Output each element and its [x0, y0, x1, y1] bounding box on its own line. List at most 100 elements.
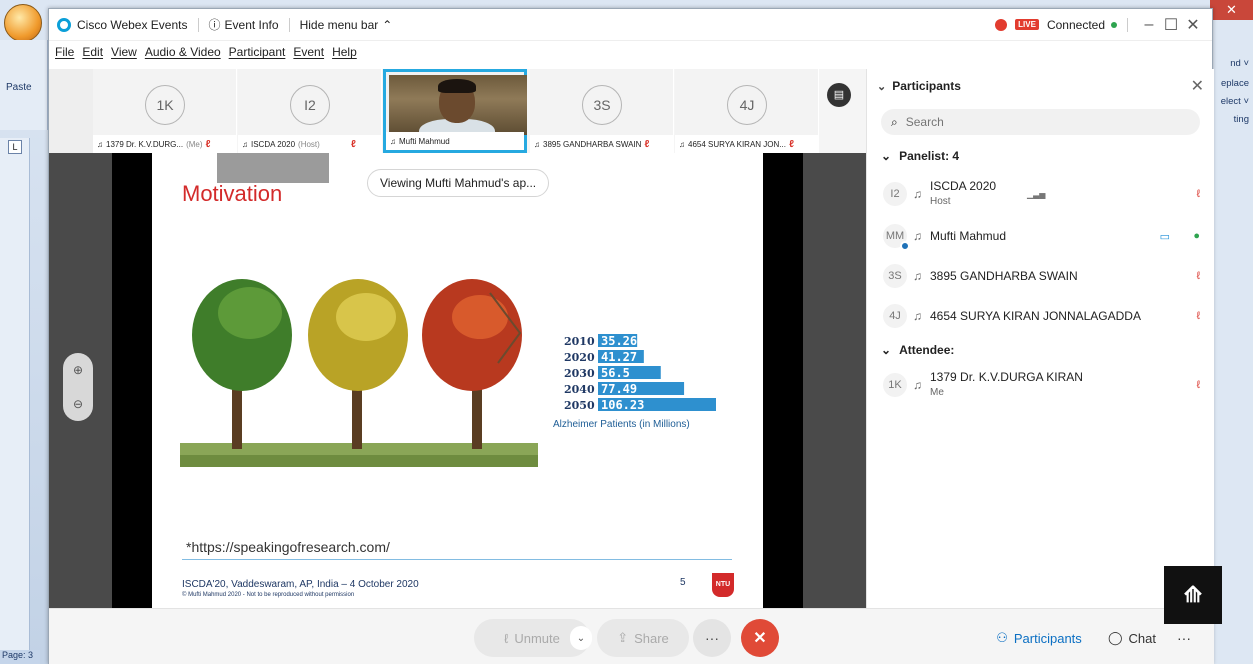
video-tile-i2[interactable]: I2 ♫ ISCDA 2020 (Host) ℓ [238, 69, 382, 153]
participants-panel: ⌄ Participants ✕ ⌕ ⌄ Panelist: 4 I2 ♫ IS… [866, 69, 1214, 608]
attendee-group-header[interactable]: ⌄ Attendee: [867, 343, 1214, 357]
tile-caption: ♫ 1379 Dr. K.V.DURG... (Me) ℓ [93, 135, 236, 153]
event-info-button[interactable]: ⓘ Event Info [209, 16, 279, 33]
menu-help[interactable]: Help [332, 45, 357, 59]
tab-stop-icon[interactable]: L [8, 140, 22, 154]
mic-muted-icon: ℓ [205, 138, 211, 150]
bar-year-label: 2010 [564, 335, 595, 348]
participants-button[interactable]: ⚇ Participants [985, 619, 1093, 657]
bar-year-label: 2040 [564, 383, 595, 396]
slide-footer: ISCDA'20, Vaddeswaram, AP, India – 4 Oct… [182, 579, 419, 590]
hide-menu-bar-button[interactable]: Hide menu bar ⌃ [300, 18, 393, 32]
minimize-icon[interactable]: – [1138, 16, 1160, 34]
menu-bar: File Edit View Audio & Video Participant… [49, 41, 1212, 63]
tile-caption: ♫ 4654 SURYA KIRAN JON... ℓ [675, 135, 818, 153]
panel-header: ⌄ Participants ✕ [867, 69, 1214, 103]
video-tile-4j[interactable]: 4J ♫ 4654 SURYA KIRAN JON... ℓ [675, 69, 819, 153]
info-icon: ⓘ [208, 18, 221, 32]
menu-audio-video[interactable]: Audio & Video [145, 45, 221, 59]
chevron-up-icon: ⌃ [382, 17, 393, 32]
share-icon: ⇪ [617, 630, 629, 645]
maximize-icon[interactable]: ☐ [1160, 15, 1182, 35]
webex-logo-icon [57, 17, 71, 32]
word-find-label[interactable]: nd ˅ [1230, 58, 1249, 69]
close-icon[interactable]: ✕ [1182, 15, 1204, 35]
avatar: MM [883, 224, 910, 251]
word-vertical-ruler [0, 138, 30, 658]
participant-search[interactable]: ⌕ [881, 109, 1200, 135]
participant-row[interactable]: 4J ♫ 4654 SURYA KIRAN JONNALAGADDA ℓ [867, 297, 1214, 335]
bars-caption: Alzheimer Patients (in Millions) [553, 419, 690, 430]
headset-icon: ♫ [679, 139, 685, 149]
bar-year-label: 2030 [564, 367, 595, 380]
recording-icon[interactable] [995, 18, 1008, 31]
audio-level-icon: ▁▃▅ [1027, 189, 1046, 199]
share-button[interactable]: ⇪ Share [597, 619, 689, 657]
participant-row[interactable]: 1K ♫ 1379 Dr. K.V.DURGA KIRAN Me ℓ [867, 365, 1214, 405]
live-badge: LIVE [1015, 19, 1039, 30]
bar-value-label: 56.5 [601, 366, 630, 380]
participant-row[interactable]: 3S ♫ 3895 GANDHARBA SWAIN ℓ [867, 257, 1214, 295]
avatar: 1K [145, 85, 185, 125]
mic-active-icon[interactable]: ● [1193, 230, 1200, 242]
bar-value-label: 106.23 [601, 398, 644, 412]
connection-status: Connected [1046, 17, 1105, 32]
word-editing-label: ting [1233, 114, 1249, 125]
event-info-label: Event Info [224, 17, 279, 32]
bar-value-label: 41.27 [601, 350, 637, 364]
close-icon[interactable]: ✕ [1191, 76, 1204, 96]
tile-caption: ♫ 3895 GANDHARBA SWAIN ℓ [530, 135, 673, 153]
mic-muted-icon: ℓ [788, 138, 794, 150]
ntu-logo: NTU [712, 573, 734, 597]
participant-row[interactable]: MM ♫ Mufti Mahmud ▭ ● [867, 217, 1214, 255]
connected-dot-icon [1111, 21, 1117, 28]
zoom-in-icon[interactable]: ⊕ [73, 363, 83, 377]
word-close-button[interactable]: ✕ [1210, 0, 1253, 20]
chevron-down-icon[interactable]: ⌄ [877, 80, 886, 93]
video-tile-1k[interactable]: 1K ♫ 1379 Dr. K.V.DURG... (Me) ℓ [93, 69, 237, 153]
mic-muted-icon[interactable]: ℓ [1196, 379, 1200, 391]
title-bar: Cisco Webex Events ⓘ Event Info Hide men… [49, 9, 1212, 41]
mic-muted-icon[interactable]: ℓ [1196, 270, 1200, 282]
menu-participant[interactable]: Participant [229, 45, 286, 59]
more-panels-button[interactable]: ··· [1167, 619, 1201, 657]
mic-muted-icon[interactable]: ℓ [1196, 310, 1200, 322]
avatar: 3S [883, 264, 907, 288]
alzheimer-bar-chart: 2010 35.26 2020 41.27 2030 56.5 2040 77.49 2050 1… [564, 334, 716, 412]
word-paste-label[interactable]: Paste [6, 82, 32, 93]
zoom-control: ⊕ ⊖ [63, 353, 93, 421]
meeting-controls: ℓ Unmute ⌄ ⇪ Share ··· ✕ ⚇ Participants … [49, 608, 1214, 664]
menu-view[interactable]: View [111, 45, 137, 59]
word-select-label[interactable]: elect ˅ [1221, 96, 1249, 107]
avatar: I2 [290, 85, 330, 125]
mic-muted-icon: ℓ [350, 138, 356, 150]
word-right-ribbon: ✕ nd ˅ eplace elect ˅ ting [1210, 0, 1253, 664]
layout-toggle-icon[interactable]: ▤ [827, 83, 851, 107]
search-input[interactable] [905, 115, 1146, 129]
word-replace-label[interactable]: eplace [1221, 78, 1249, 89]
zoom-out-icon[interactable]: ⊖ [73, 397, 83, 411]
menu-file[interactable]: File [55, 45, 74, 59]
headset-icon: ♫ [97, 139, 103, 149]
headset-icon: ♫ [913, 269, 922, 283]
speaker-video [389, 75, 527, 135]
mic-muted-icon[interactable]: ℓ [1196, 188, 1200, 200]
person-icon: ⚇ [996, 630, 1008, 645]
audio-options-button[interactable]: ⌄ [570, 626, 592, 650]
office-button[interactable] [4, 4, 42, 42]
webex-window: Cisco Webex Events ⓘ Event Info Hide men… [48, 8, 1214, 664]
more-options-button[interactable]: ··· [693, 619, 731, 657]
menu-edit[interactable]: Edit [82, 45, 103, 59]
chat-bubble-icon: ◯ [1107, 630, 1123, 645]
video-tile-mufti-mahmud[interactable]: ♫ Mufti Mahmud [383, 69, 527, 153]
search-icon: ⌕ [891, 114, 898, 129]
headset-icon: ♫ [913, 309, 922, 323]
leave-button[interactable]: ✕ [741, 619, 779, 657]
menu-event[interactable]: Event [293, 45, 324, 59]
panelist-group-header[interactable]: ⌄ Panelist: 4 [867, 149, 1214, 163]
slide-title: Motivation [182, 181, 283, 206]
app-title: Cisco Webex Events [77, 17, 188, 32]
chat-button[interactable]: ◯ Chat [1097, 619, 1167, 657]
participant-row[interactable]: I2 ♫ ISCDA 2020 Host ▁▃▅ ℓ [867, 175, 1214, 213]
video-tile-3s[interactable]: 3S ♫ 3895 GANDHARBA SWAIN ℓ [530, 69, 674, 153]
